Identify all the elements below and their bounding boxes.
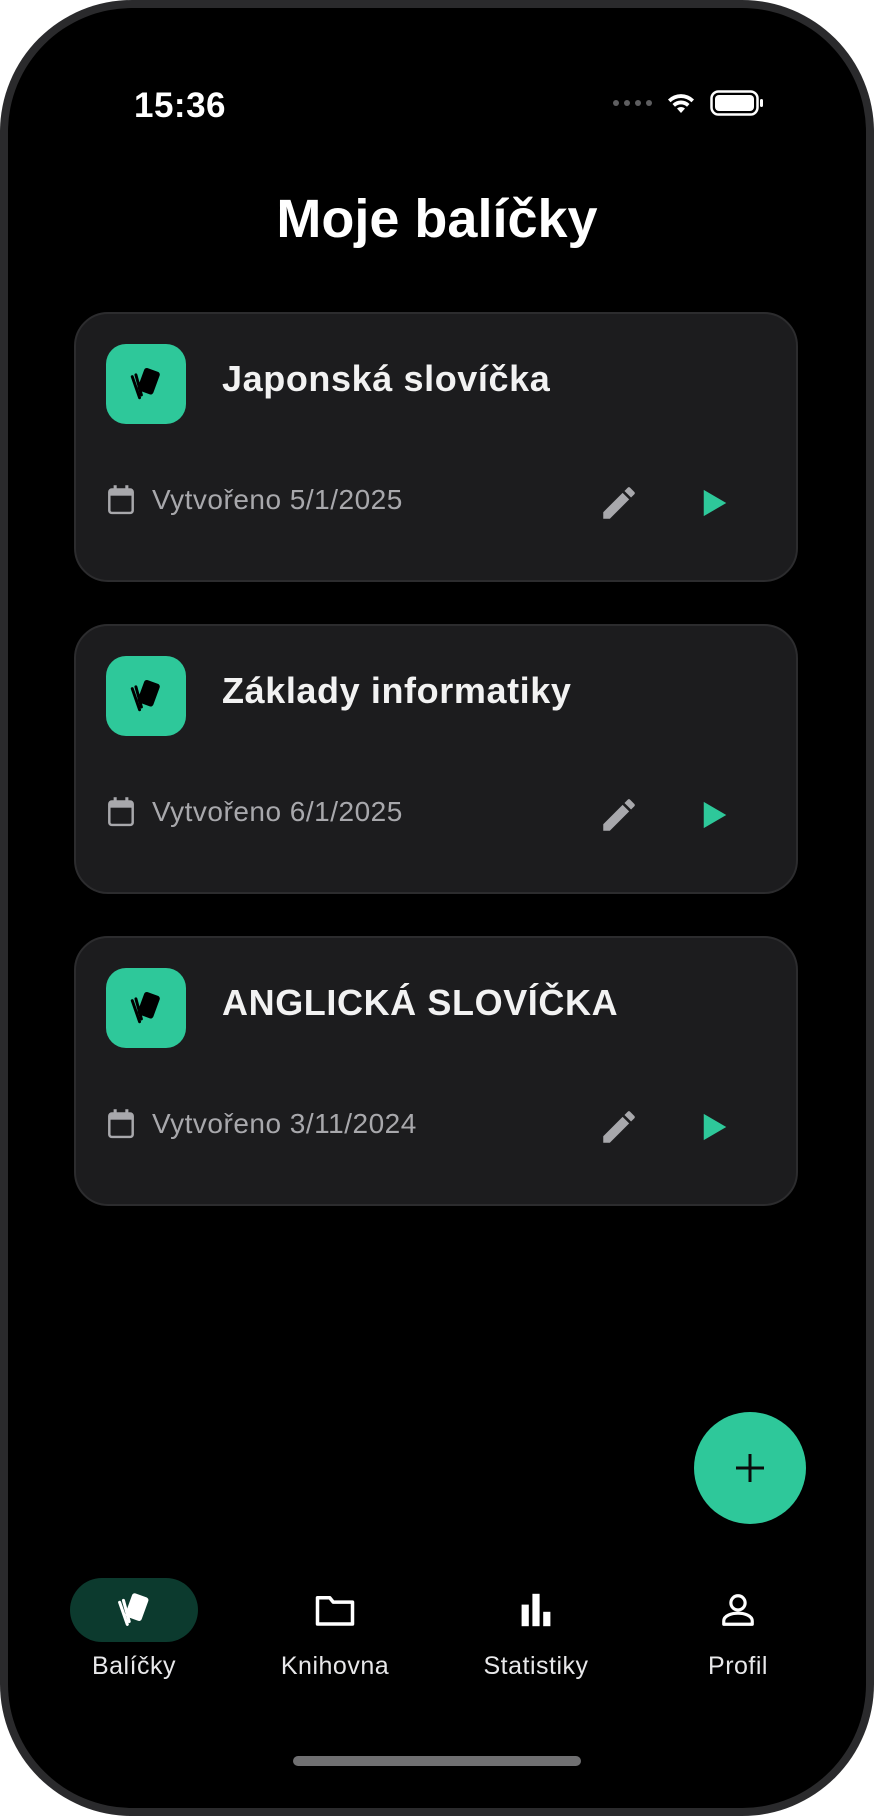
play-icon (703, 489, 727, 517)
deck-icon (106, 344, 186, 424)
deck-name: Japonská slovíčka (222, 358, 551, 399)
deck-icon (106, 656, 186, 736)
nav-item-profil[interactable]: Profil (638, 1578, 838, 1681)
deck-card[interactable]: Japonská slovíčka Vytvořeno 5/1/2025 (74, 312, 798, 582)
play-icon (703, 801, 727, 829)
nav-icon-holder (674, 1578, 802, 1642)
add-deck-button[interactable] (694, 1412, 806, 1524)
nav-label: Profil (708, 1652, 768, 1680)
status-icons (613, 90, 764, 116)
cards-icon (130, 368, 160, 400)
home-indicator[interactable] (293, 1756, 581, 1766)
nav-label: Statistiky (483, 1652, 589, 1680)
person-icon (722, 1594, 754, 1626)
cards-icon (118, 1593, 149, 1626)
folder-icon (315, 1596, 355, 1626)
nav-active-indicator (70, 1578, 198, 1642)
pencil-icon (603, 1111, 635, 1143)
deck-created-text: Vytvořeno 6/1/2025 (152, 796, 403, 827)
nav-icon-holder (472, 1578, 600, 1642)
battery-icon (710, 90, 763, 116)
deck-name: ANGLICKÁ SLOVÍČKA (222, 982, 619, 1023)
nav-item-knihovna[interactable]: Knihovna (235, 1578, 435, 1681)
wifi-icon (668, 94, 694, 113)
signal-dots-icon (613, 100, 652, 106)
deck-created: Vytvořeno 6/1/2025 (106, 796, 403, 828)
plus-icon (736, 1454, 764, 1482)
status-time: 15:36 (134, 86, 227, 125)
calendar-icon (108, 485, 134, 515)
cards-icon (130, 992, 160, 1024)
pencil-icon (603, 487, 635, 519)
deck-icon (106, 968, 186, 1048)
play-button[interactable] (690, 790, 740, 840)
bottom-navigation: Balíčky Knihovna Statistiky Profil (8, 1578, 866, 1698)
deck-created: Vytvořeno 3/11/2024 (106, 1108, 417, 1140)
nav-item-balicky[interactable]: Balíčky (34, 1578, 234, 1681)
bar-chart-icon (521, 1593, 551, 1627)
edit-button[interactable] (594, 790, 644, 840)
deck-created: Vytvořeno 5/1/2025 (106, 484, 403, 516)
nav-label: Knihovna (280, 1652, 390, 1680)
play-icon (703, 1113, 727, 1141)
phone-frame: 15:36 Moje balíčky Japonská slovíčka Vyt… (0, 0, 874, 1816)
nav-item-statistiky[interactable]: Statistiky (436, 1578, 636, 1681)
nav-icon-holder (271, 1578, 399, 1642)
calendar-icon (108, 797, 134, 827)
app-screen: 15:36 Moje balíčky Japonská slovíčka Vyt… (8, 8, 866, 1808)
edit-button[interactable] (594, 478, 644, 528)
play-button[interactable] (690, 1102, 740, 1152)
page-title: Moje balíčky (276, 189, 598, 249)
deck-created-text: Vytvořeno 3/11/2024 (152, 1108, 417, 1139)
pencil-icon (603, 799, 635, 831)
cards-icon (130, 680, 160, 712)
deck-card[interactable]: ANGLICKÁ SLOVÍČKA Vytvořeno 3/11/2024 (74, 936, 798, 1206)
deck-created-text: Vytvořeno 5/1/2025 (152, 484, 403, 515)
nav-label: Balíčky (91, 1652, 177, 1680)
deck-name: Základy informatiky (222, 670, 572, 711)
edit-button[interactable] (594, 1102, 644, 1152)
calendar-icon (108, 1109, 134, 1139)
play-button[interactable] (690, 478, 740, 528)
deck-card[interactable]: Základy informatiky Vytvořeno 6/1/2025 (74, 624, 798, 894)
